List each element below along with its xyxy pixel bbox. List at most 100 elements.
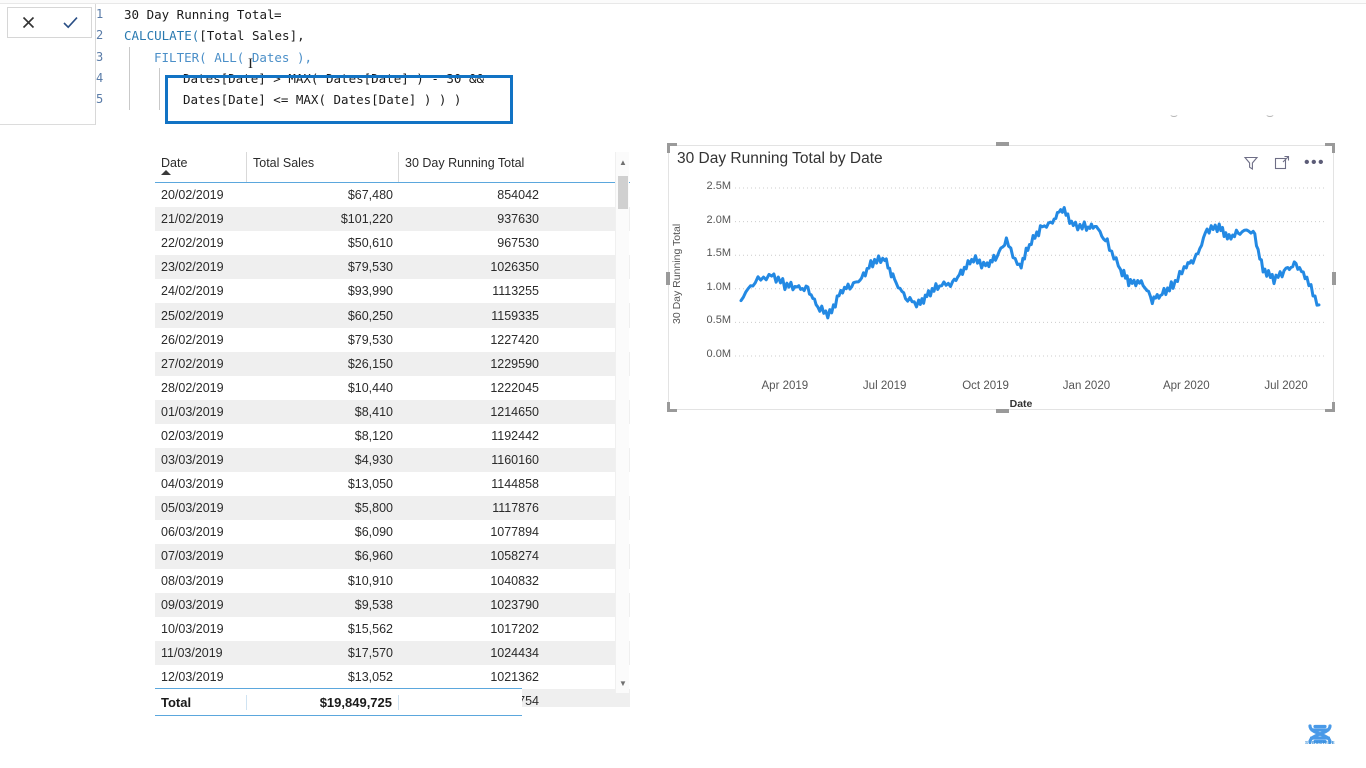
table-row[interactable]: 10/03/2019 $15,562 1017202	[155, 617, 630, 641]
table-cell-date: 11/03/2019	[161, 645, 223, 660]
table-row[interactable]: 03/03/2019 $4,930 1160160	[155, 448, 630, 473]
chevron-down-icon[interactable]: ⌣	[1170, 108, 1178, 123]
table-cell-date: 22/02/2019	[161, 236, 224, 251]
table-cell-sales: $79,530	[347, 260, 393, 275]
table-row[interactable]: 02/03/2019 $8,120 1192442	[155, 424, 630, 448]
table-row[interactable]: 25/02/2019 $60,250 1159335	[155, 303, 630, 328]
table-row[interactable]: 23/02/2019 $79,530 1026350	[155, 255, 630, 280]
cancel-edit-button[interactable]	[12, 8, 46, 37]
scroll-down-icon[interactable]: ▼	[616, 675, 630, 691]
table-cell-date: 23/02/2019	[161, 260, 224, 275]
table-cell-run: 1026350	[490, 260, 539, 275]
chart-title: 30 Day Running Total by Date	[677, 150, 883, 167]
code-line-4: 4 Dates[Date] > MAX( Dates[Date] ) - 30 …	[96, 67, 1366, 90]
table-cell-run: 1160160	[491, 453, 539, 468]
table-row[interactable]: 08/03/2019 $10,910 1040832	[155, 569, 630, 593]
indent-guide	[129, 67, 130, 90]
table-row[interactable]: 21/02/2019 $101,220 937630	[155, 207, 630, 232]
table-cell-run: 854042	[497, 188, 539, 203]
table-cell-run: 1214650	[490, 404, 539, 419]
table-cell-sales: $50,610	[347, 236, 393, 251]
resize-handle-top-right-v[interactable]	[1332, 143, 1335, 153]
chart-header-icons: •••	[1242, 154, 1325, 172]
resize-handle-right[interactable]	[1332, 272, 1336, 285]
chevron-down-icon[interactable]: ⌣	[1266, 108, 1274, 123]
table-header-row: Date Total Sales 30 Day Running Total	[155, 152, 630, 183]
indent-guide	[129, 89, 130, 111]
y-axis-title: 30 Day Running Total	[671, 223, 683, 325]
y-axis-tick-label: 2.0M	[706, 213, 731, 226]
scrollbar-thumb[interactable]	[618, 176, 628, 209]
line-chart-visual[interactable]: 30 Day Running Total by Date ••• 30 Day …	[666, 142, 1336, 413]
y-axis-tick-label: 1.5M	[706, 247, 731, 260]
table-cell-run: 937630	[497, 212, 539, 227]
resize-handle-top[interactable]	[996, 142, 1009, 146]
table-row[interactable]: 11/03/2019 $17,570 1024434	[155, 640, 630, 665]
indent-guide	[129, 46, 130, 68]
table-row[interactable]: 01/03/2019 $8,410 1214650	[155, 399, 630, 424]
table-row[interactable]: 20/02/2019 $67,480 854042	[155, 183, 630, 207]
table-cell-date: 01/03/2019	[161, 404, 224, 419]
table-cell-date: 21/02/2019	[161, 212, 224, 227]
more-options-icon[interactable]: •••	[1304, 155, 1325, 171]
table-row[interactable]: 09/03/2019 $9,538 1023790	[155, 592, 630, 617]
table-row[interactable]: 26/02/2019 $79,530 1227420	[155, 328, 630, 352]
table-cell-date: 20/02/2019	[161, 188, 224, 203]
y-axis-tick-label: 0.5M	[706, 314, 731, 327]
table-total-row: Total $19,849,725	[155, 688, 522, 716]
table-row[interactable]: 05/03/2019 $5,800 1117876	[155, 496, 630, 521]
subscribe-label: SUBSCRIBE	[1304, 740, 1336, 745]
filter-icon[interactable]	[1242, 154, 1260, 172]
total-label: Total	[155, 694, 247, 710]
table-row[interactable]: 07/03/2019 $6,960 1058274	[155, 544, 630, 569]
resize-handle-left[interactable]	[666, 272, 670, 285]
table-cell-date: 27/02/2019	[161, 356, 224, 371]
sort-ascending-icon	[161, 170, 171, 175]
table-body[interactable]: 20/02/2019 $67,480 854042 21/02/2019 $101,22…	[155, 183, 630, 707]
resize-handle-bottom[interactable]	[996, 409, 1009, 413]
table-visual[interactable]: Date Total Sales 30 Day Running Total 20…	[155, 152, 630, 716]
table-cell-run: 1017202	[490, 621, 539, 636]
resize-handle-top-left-v[interactable]	[667, 143, 670, 153]
line-2-text: CALCULATE([Total Sales],	[124, 25, 305, 46]
power-bi-window: 1 30 Day Running Total = 2 CALCULATE([To…	[0, 0, 1366, 768]
resize-handle-bottom-left-v[interactable]	[667, 402, 670, 412]
table-cell-run: 967530	[497, 236, 539, 251]
y-axis-tick-label: 2.5M	[706, 180, 731, 192]
x-axis-tick-label: Jul 2020	[1264, 380, 1308, 392]
line-5-text: Dates[Date] <= MAX( Dates[Date] ) ) )	[183, 92, 462, 108]
table-cell-date: 06/03/2019	[161, 525, 224, 540]
scroll-up-icon[interactable]: ▲	[616, 154, 630, 170]
table-cell-run: 1024434	[490, 645, 539, 660]
column-header-running-total[interactable]: 30 Day Running Total	[399, 152, 545, 182]
table-row[interactable]: 04/03/2019 $13,050 1144858	[155, 472, 630, 496]
table-row[interactable]: 06/03/2019 $6,090 1077894	[155, 520, 630, 544]
line-number: 5	[96, 92, 104, 107]
column-header-date[interactable]: Date	[155, 152, 247, 182]
focus-mode-icon[interactable]	[1273, 154, 1291, 172]
subscribe-logo-icon	[1308, 724, 1332, 744]
line-number: 3	[96, 49, 104, 64]
table-cell-date: 10/03/2019	[161, 621, 224, 636]
table-cell-sales: $79,530	[347, 332, 393, 347]
table-cell-run: 1229590	[490, 356, 539, 371]
column-header-total-sales[interactable]: Total Sales	[247, 152, 399, 182]
table-row[interactable]: 12/03/2019 $13,052 1021362	[155, 665, 630, 689]
table-row[interactable]: 24/02/2019 $93,990 1113255	[155, 279, 630, 303]
column-header-running-total-label: 30 Day Running Total	[405, 156, 525, 170]
table-row[interactable]: 27/02/2019 $26,150 1229590	[155, 351, 630, 376]
resize-handle-bottom-right-v[interactable]	[1332, 402, 1335, 412]
table-row[interactable]: 28/02/2019 $10,440 1222045	[155, 376, 630, 400]
line-number: 4	[96, 70, 104, 85]
table-cell-run: 1192442	[491, 428, 539, 443]
table-cell-run: 1117876	[492, 501, 539, 516]
table-cell-run: 1058274	[490, 549, 539, 564]
table-cell-date: 28/02/2019	[161, 380, 224, 395]
indent-guide	[159, 67, 160, 90]
x-axis-tick-label: Apr 2020	[1162, 380, 1210, 392]
line-number: 1	[96, 7, 104, 21]
dax-code-editor[interactable]: 1 30 Day Running Total = 2 CALCULATE([To…	[95, 4, 1366, 125]
table-row[interactable]: 22/02/2019 $50,610 967530	[155, 231, 630, 255]
table-vertical-scrollbar[interactable]: ▲ ▼	[615, 152, 629, 693]
commit-edit-button[interactable]	[53, 8, 87, 37]
